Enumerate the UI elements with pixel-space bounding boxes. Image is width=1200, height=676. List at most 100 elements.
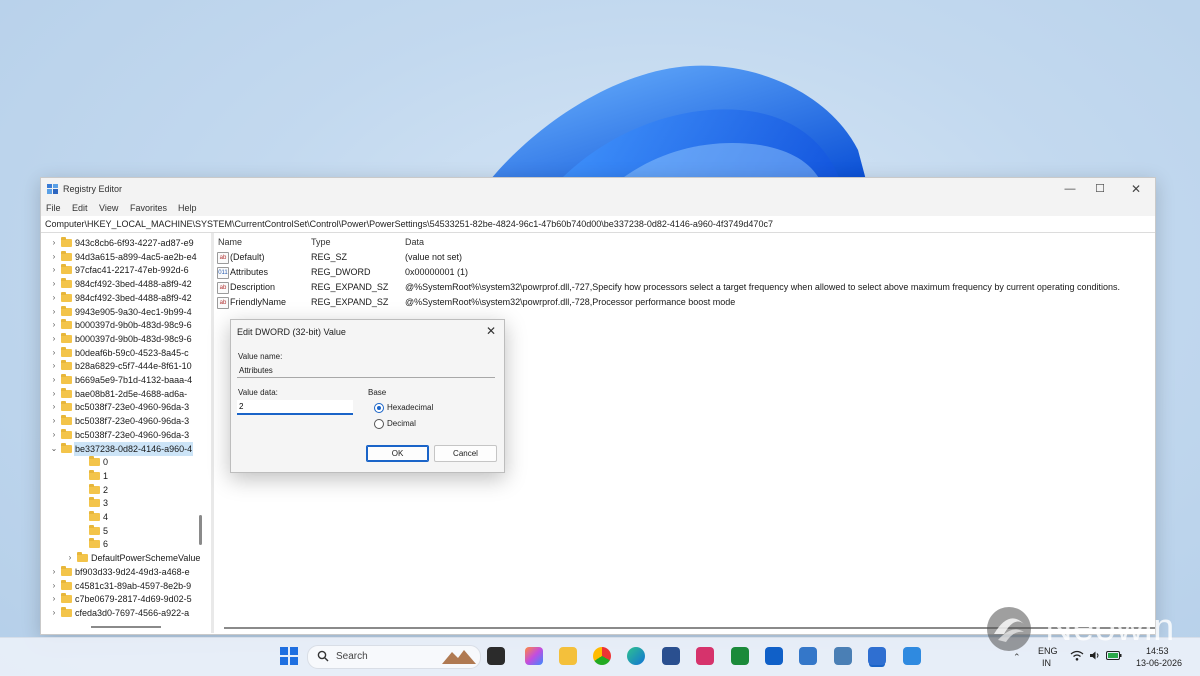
folder-icon bbox=[89, 511, 100, 521]
tree-key-label: 97cfac41-2217-47eb-992d-6 bbox=[75, 265, 189, 276]
chevron-right-icon[interactable]: › bbox=[50, 359, 58, 373]
neowin-watermark: Neowin bbox=[1045, 607, 1175, 649]
folder-icon bbox=[89, 483, 100, 494]
xbox-icon[interactable] bbox=[731, 647, 749, 665]
tree-key-label: 9943e905-9a30-4ec1-9b99-4 bbox=[75, 306, 192, 317]
title-bar[interactable]: Registry Editor — ☐ ✕ bbox=[41, 178, 1155, 200]
column-header-data[interactable]: Data bbox=[405, 237, 424, 247]
chevron-right-icon[interactable]: › bbox=[50, 277, 58, 291]
chevron-right-icon[interactable]: › bbox=[50, 579, 58, 593]
chevron-right-icon[interactable]: › bbox=[50, 373, 58, 387]
menu-edit[interactable]: Edit bbox=[72, 203, 88, 213]
battery-icon[interactable] bbox=[1106, 651, 1122, 660]
cancel-button[interactable]: Cancel bbox=[434, 445, 497, 462]
value-name: (Default) bbox=[230, 252, 265, 262]
chevron-right-icon[interactable]: › bbox=[50, 387, 58, 401]
tree-key-label: 94d3a615-a899-4ac5-ae2b-e4 bbox=[75, 251, 197, 262]
column-header-type[interactable]: Type bbox=[311, 237, 331, 247]
chevron-right-icon[interactable]: › bbox=[50, 346, 58, 360]
chevron-right-icon[interactable]: › bbox=[50, 592, 58, 606]
folder-icon bbox=[61, 428, 72, 439]
copilot-icon[interactable] bbox=[525, 647, 543, 665]
chevron-right-icon[interactable]: › bbox=[50, 400, 58, 414]
tree-key-label: 0 bbox=[103, 457, 109, 468]
chevron-right-icon[interactable]: › bbox=[50, 318, 58, 332]
menu-help[interactable]: Help bbox=[178, 203, 197, 213]
wifi-icon[interactable] bbox=[1070, 650, 1084, 661]
maximize-button[interactable]: ☐ bbox=[1085, 181, 1115, 197]
address-bar[interactable]: Computer\HKEY_LOCAL_MACHINE\SYSTEM\Curre… bbox=[41, 216, 1155, 233]
tree-key-label: c4581c31-89ab-4597-8e2b-9 bbox=[75, 580, 192, 591]
tree-key-label: b28a6829-c5f7-444e-8f61-10 bbox=[75, 361, 192, 372]
chevron-right-icon[interactable]: › bbox=[50, 291, 58, 305]
tree-key-label: 1 bbox=[103, 470, 109, 481]
value-row[interactable]: 011 Attributes REG_DWORD 0x00000001 (1) bbox=[214, 265, 1155, 280]
value-data-input[interactable] bbox=[237, 400, 353, 415]
chevron-right-icon[interactable]: › bbox=[50, 565, 58, 579]
outlook-icon[interactable] bbox=[765, 647, 783, 665]
chevron-down-icon[interactable]: ⌄ bbox=[50, 442, 58, 456]
folder-icon bbox=[61, 387, 72, 398]
tree-key-label: cfeda3d0-7697-4566-a922-a bbox=[75, 607, 190, 618]
tree-horizontal-scrollbar[interactable] bbox=[91, 626, 161, 628]
value-data: @%SystemRoot%\system32\powrprof.dll,-728… bbox=[405, 297, 736, 307]
app-icon[interactable] bbox=[696, 647, 714, 665]
menu-bar: File Edit View Favorites Help bbox=[41, 200, 1155, 216]
task-view-icon[interactable] bbox=[487, 647, 505, 665]
edit-dword-dialog: Edit DWORD (32-bit) Value ✕ Value name: … bbox=[230, 319, 505, 473]
value-data: 0x00000001 (1) bbox=[405, 267, 469, 277]
menu-view[interactable]: View bbox=[99, 203, 118, 213]
registry-app-icon bbox=[47, 184, 58, 194]
ok-button[interactable]: OK bbox=[366, 445, 429, 462]
hexadecimal-radio[interactable] bbox=[374, 403, 384, 413]
chevron-right-icon[interactable]: › bbox=[50, 263, 58, 277]
tree-key-label: b669a5e9-7b1d-4132-baaa-4 bbox=[75, 375, 193, 385]
decimal-radio[interactable] bbox=[374, 419, 384, 429]
file-explorer-icon[interactable] bbox=[559, 647, 577, 665]
address-path: Computer\HKEY_LOCAL_MACHINE\SYSTEM\Curre… bbox=[45, 219, 773, 229]
value-row[interactable]: ab (Default) REG_SZ (value not set) bbox=[214, 250, 1155, 265]
monitor-app-icon[interactable] bbox=[834, 647, 852, 665]
folder-icon bbox=[61, 565, 72, 576]
minimize-button[interactable]: — bbox=[1055, 181, 1085, 197]
taskbar-search-placeholder[interactable]: Search bbox=[336, 651, 368, 662]
tree-key-label: b000397d-9b0b-483d-98c9-6 bbox=[75, 320, 192, 331]
chevron-right-icon[interactable]: › bbox=[50, 606, 58, 620]
search-icon bbox=[317, 650, 329, 662]
volume-icon[interactable] bbox=[1089, 650, 1101, 661]
value-row[interactable]: ab Description REG_EXPAND_SZ @%SystemRoo… bbox=[214, 280, 1155, 295]
remote-desktop-icon[interactable] bbox=[799, 647, 817, 665]
edge-icon[interactable] bbox=[627, 647, 645, 665]
string-value-icon: ab bbox=[217, 282, 229, 294]
value-row[interactable]: ab FriendlyName REG_EXPAND_SZ @%SystemRo… bbox=[214, 295, 1155, 310]
value-name: FriendlyName bbox=[230, 297, 287, 307]
chevron-right-icon[interactable]: › bbox=[50, 332, 58, 346]
chevron-right-icon[interactable]: › bbox=[50, 250, 58, 264]
store-icon[interactable] bbox=[662, 647, 680, 665]
tree-key-label: 2 bbox=[103, 484, 109, 495]
paint-icon[interactable] bbox=[903, 647, 921, 665]
hexadecimal-label[interactable]: Hexadecimal bbox=[387, 403, 433, 412]
chevron-right-icon[interactable]: › bbox=[50, 414, 58, 428]
chevron-right-icon[interactable]: › bbox=[66, 551, 74, 565]
menu-favorites[interactable]: Favorites bbox=[130, 203, 167, 213]
chevron-right-icon[interactable]: › bbox=[50, 236, 58, 250]
clock-date[interactable]: 13-06-2026 bbox=[1136, 658, 1182, 668]
close-button[interactable]: ✕ bbox=[1121, 181, 1151, 197]
value-type: REG_EXPAND_SZ bbox=[311, 297, 389, 307]
tree-key-label: bc5038f7-23e0-4960-96da-3 bbox=[75, 416, 190, 427]
column-header-name[interactable]: Name bbox=[218, 237, 242, 247]
chevron-right-icon[interactable]: › bbox=[50, 428, 58, 442]
binary-value-icon: 011 bbox=[217, 267, 229, 279]
dialog-close-button[interactable]: ✕ bbox=[483, 323, 499, 339]
key-tree: › 943c8cb6-6f93-4227-ad87-e9 › 94d3a615-a89… bbox=[41, 233, 211, 633]
decimal-label[interactable]: Decimal bbox=[387, 419, 416, 428]
start-icon[interactable] bbox=[280, 647, 298, 665]
tree-scrollbar[interactable] bbox=[199, 515, 202, 545]
menu-file[interactable]: File bbox=[46, 203, 61, 213]
dialog-title: Edit DWORD (32-bit) Value bbox=[237, 327, 346, 337]
chrome-icon[interactable] bbox=[593, 647, 611, 665]
chevron-right-icon[interactable]: › bbox=[50, 305, 58, 319]
registry-editor-taskbar-icon[interactable] bbox=[868, 647, 886, 665]
language-region[interactable]: IN bbox=[1042, 658, 1051, 668]
